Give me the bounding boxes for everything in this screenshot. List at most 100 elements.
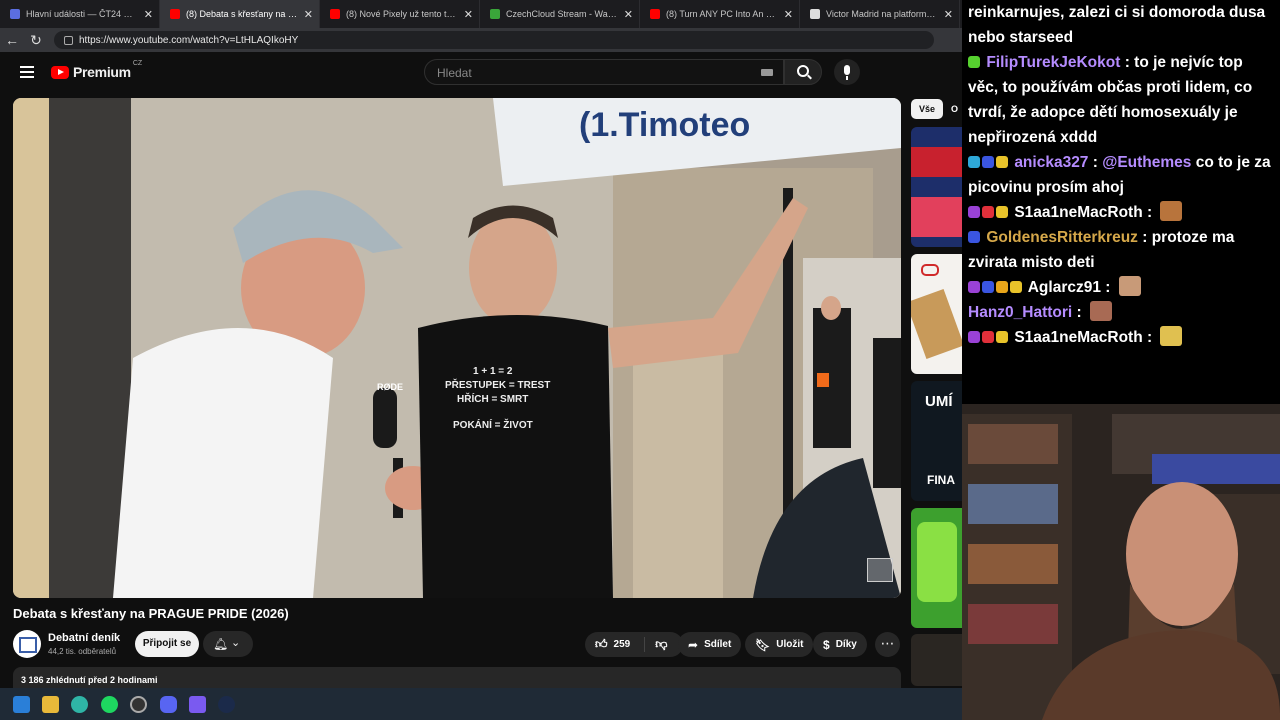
share-button[interactable]: ➦ Sdílet [678, 632, 742, 657]
related-video-thumbnail[interactable]: UMÍ FINA [911, 381, 962, 501]
search-input[interactable]: Hledat [424, 59, 784, 85]
tab-close-icon[interactable]: ✕ [304, 8, 313, 21]
chat-username[interactable]: S1aa1neMacRoth [1014, 204, 1142, 221]
browser-tab[interactable]: (8) Nové Pixely už tento týden.. | P ✕ [320, 0, 480, 28]
chip-next[interactable]: O [951, 99, 958, 119]
related-video-thumbnail[interactable] [911, 634, 962, 686]
shirt-line-4: POKÁNÍ = ŽIVOT [453, 418, 533, 431]
bookmark-icon: 🔖︎ [755, 637, 771, 652]
channel-watermark-icon[interactable] [867, 558, 893, 582]
related-video-thumbnail[interactable] [911, 127, 962, 247]
video-player[interactable]: (1.Timoteo RØDE 1 + 1 = 2 PŘESTUPEK = TR… [13, 98, 901, 598]
join-button[interactable]: Připojit se [135, 631, 199, 657]
obs-icon[interactable] [130, 696, 147, 713]
chat-message: S1aa1neMacRoth : [968, 200, 1274, 225]
stream-chat: reinkarnujes, zalezi ci si domoroda dusa… [962, 0, 1280, 404]
hamburger-menu-icon[interactable] [20, 66, 34, 78]
channel-name[interactable]: Debatní deník [48, 632, 120, 644]
discord-icon[interactable] [160, 696, 177, 713]
tab-favicon-icon [330, 9, 340, 19]
chat-emote-icon [1118, 276, 1141, 296]
chat-badge-icon [968, 281, 980, 293]
site-info-icon[interactable] [64, 35, 73, 45]
keyboard-icon[interactable] [761, 69, 773, 76]
chat-text: reinkarnujes, zalezi ci si domoroda dusa… [968, 4, 1266, 46]
chat-mention[interactable]: @Euthemes [1102, 154, 1191, 171]
tab-title: Hlavní události — ČT24 — Česká [26, 9, 138, 19]
file-explorer-icon[interactable] [42, 696, 59, 713]
tab-favicon-icon [490, 9, 500, 19]
share-icon: ➦ [688, 637, 699, 652]
search-placeholder: Hledat [437, 66, 472, 80]
chat-separator: : [1100, 279, 1115, 296]
tab-close-icon[interactable]: ✕ [464, 8, 473, 21]
channel-avatar[interactable] [13, 630, 41, 658]
tab-title: Victor Madrid na platformě X: „@li [826, 9, 938, 19]
tab-close-icon[interactable]: ✕ [144, 8, 153, 21]
thumb-down-icon[interactable]: 👎︎ [644, 637, 667, 652]
youtube-logo[interactable]: Premium CZ [51, 60, 142, 80]
chat-badge-icon [982, 331, 994, 343]
chat-separator: : [1137, 229, 1152, 246]
thanks-label: Díky [835, 639, 857, 650]
browser-tab[interactable]: Victor Madrid na platformě X: „@li ✕ [800, 0, 960, 28]
tab-favicon-icon [650, 9, 660, 19]
chat-separator: : [1142, 204, 1157, 221]
chat-separator: : [1088, 154, 1103, 171]
chat-message: reinkarnujes, zalezi ci si domoroda dusa… [968, 0, 1274, 50]
browser-tab[interactable]: Hlavní události — ČT24 — Česká ✕ [0, 0, 160, 28]
chat-message: GoldenesRitterkreuz : protoze ma zvirata… [968, 225, 1274, 275]
chat-badge-icon [996, 331, 1008, 343]
tab-favicon-icon [810, 9, 820, 19]
thanks-button[interactable]: $ Díky [813, 632, 867, 657]
chat-badge-icon [1010, 281, 1022, 293]
logo-country: CZ [132, 60, 143, 67]
chip-all[interactable]: Vše [911, 99, 943, 119]
notifications-button[interactable]: 🔔︎ ⌄ [203, 631, 253, 657]
chat-emote-icon [1160, 326, 1183, 346]
tab-close-icon[interactable]: ✕ [624, 8, 633, 21]
search-button[interactable] [784, 59, 822, 85]
chat-emote-icon [1160, 201, 1183, 221]
view-count-date: 3 186 zhlédnutí před 2 hodinami [21, 675, 158, 685]
like-button[interactable]: 👍︎ 259 👎︎ [585, 632, 683, 657]
chat-badge-icon [968, 156, 980, 168]
voice-search-icon[interactable] [834, 59, 860, 85]
like-count: 259 [613, 639, 631, 650]
chat-badge-icon [968, 56, 980, 68]
video-actions-row: Debatní deník 44,2 tis. odběratelů Připo… [13, 630, 901, 658]
thanks-icon: $ [823, 637, 830, 652]
chat-username[interactable]: Aglarcz91 [1028, 279, 1101, 296]
thumb-text: FINA [927, 473, 955, 487]
related-video-thumbnail[interactable] [911, 254, 962, 374]
chat-username[interactable]: GoldenesRitterkreuz [986, 229, 1138, 246]
browser-tab[interactable]: (8) Debata s křesťany na PRAGUE ✕ [160, 0, 320, 28]
back-icon[interactable]: ← [0, 32, 24, 48]
chat-username[interactable]: FilipTurekJeKokot [986, 54, 1120, 71]
steam-icon[interactable] [218, 696, 235, 713]
tab-title: (8) Turn ANY PC Into An Xbox! HU [666, 9, 778, 19]
more-options-icon[interactable]: ⋯ [875, 632, 900, 657]
chat-message: anicka327 : @Euthemes co to je za picovi… [968, 150, 1274, 200]
browser-tab[interactable]: (8) Turn ANY PC Into An Xbox! HU ✕ [640, 0, 800, 28]
windows-start-icon[interactable] [13, 696, 30, 713]
chat-separator: : [1120, 54, 1135, 71]
related-video-thumbnail[interactable] [911, 508, 962, 628]
tab-title: CzechCloud Stream - Watch Live o [506, 9, 618, 19]
save-button[interactable]: 🔖︎ Uložit [745, 632, 814, 657]
chat-badge-icon [968, 331, 980, 343]
chat-username[interactable]: anicka327 [1014, 154, 1088, 171]
reload-icon[interactable]: ↻ [24, 32, 48, 49]
tab-close-icon[interactable]: ✕ [784, 8, 793, 21]
share-label: Sdílet [704, 639, 732, 650]
url-field[interactable]: https://www.youtube.com/watch?v=LtHLAQIk… [54, 31, 934, 49]
edge-browser-icon[interactable] [71, 696, 88, 713]
tab-close-icon[interactable]: ✕ [944, 8, 953, 21]
mic-brand: RØDE [377, 382, 403, 392]
chat-badge-icon [982, 156, 994, 168]
app-grid-icon[interactable] [189, 696, 206, 713]
chat-username[interactable]: S1aa1neMacRoth [1014, 329, 1142, 346]
browser-tab[interactable]: CzechCloud Stream - Watch Live o ✕ [480, 0, 640, 28]
spotify-icon[interactable] [101, 696, 118, 713]
chat-username[interactable]: Hanz0_Hattori [968, 304, 1072, 321]
